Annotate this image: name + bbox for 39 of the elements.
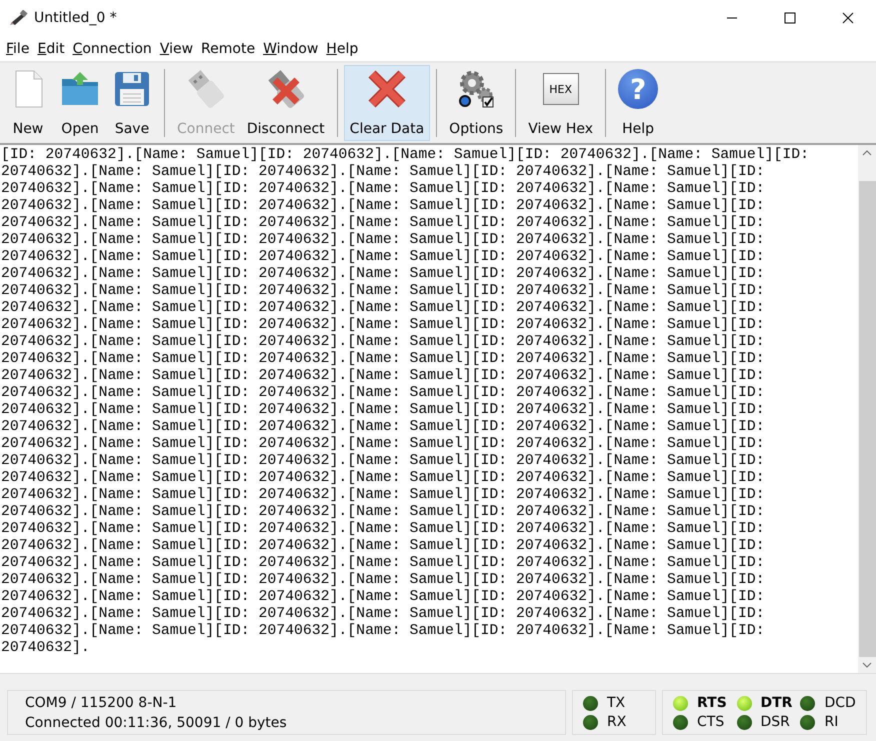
led-label: RI (824, 714, 838, 730)
clear-button[interactable]: Clear Data (344, 65, 430, 141)
menu-item[interactable]: Help (322, 40, 362, 56)
led-label: CTS (697, 714, 724, 730)
led-label: RX (607, 714, 626, 730)
terminal-output: [ID: 20740632].[Name: Samuel][ID: 20740632].[Name: Samuel][ID: 20740632].[Name: Samuel][ID: 20740632].[Name: Samuel][ID: 20740632].[Name: Samuel][ID: 20740632].[Name: Samuel][ID: 20740632].[Name: Samuel][ID: 20740632].[Name: Samuel][ID: 20740632].[Name: Samuel][ID: 20740632].[Name: Samuel][ID: 20740632].[Name: Samuel][ID: 20740632].[Name: Samuel][ID: 20740632].[Name: Samuel][ID: 20740632].[Name: Samuel][ID: 20740632].[Name: Samuel][ID: 20740632].[Name: Samuel][ID: 20740632].[Name: Samuel][ID: 20740632].[Name: Samuel][ID: 20740632].[Name: Samuel][ID: 20740632].[Name: Samuel][ID: 20740632].[Name: Samuel][ID: 20740632].[Name: Samuel][ID: 20740632].[Name: Samuel][ID: 20740632].[Name: Samuel][ID: 20740632].[Name: Samuel][ID: 20740632].[Name: Samuel][ID: 20740632].[Name: Samuel][ID: 20740632].[Name: Samuel][ID: 20740632].[Name: Samuel][ID: 20740632].[Name: Samuel][ID: 20740632].[Name: Samuel][ID: 20740632].[Name: Samuel][ID: 20740632].[Name: Samuel][ID: 20740632].[Name: Samuel][ID: 20740632].[Name: Samuel][ID: 20740632].[Name: Samuel][ID: 20740632].[Name: Samuel][ID: 20740632].[Name: Samuel][ID: 20740632].[Name: Samuel][ID: 20740632].[Name: Samuel][ID: 20740632].[Name: Samuel][ID: 20740632].[Name: Samuel][ID: 20740632].[Name: Samuel][ID: 20740632].[Name: Samuel][ID: 20740632].[Name: Samuel][ID: 20740632].[Name: Samuel][ID: 20740632].[Name: Samuel][ID: 20740632].[Name: Samuel][ID: 20740632].[Name: Samuel][ID: 20740632].[Name: Samuel][ID: 20740632].[Name: Samuel][ID: 20740632].[Name: Samuel][ID: 20740632].[Name: Samuel][ID: 20740632].[Name: Samuel][ID: 20740632].[Name: Samuel][ID: 20740632].[Name: Samuel][ID: 20740632].[Name: Samuel][ID: 20740632].[Name: Samuel][ID: 20740632].[Name: Samuel][ID: 20740632].[Name: Samuel][ID: 20740632].[Name: Samuel][ID: 20740632].[Name: Samuel][ID: 20740632].[Name: Samuel][ID: 20740632].[Name: Samuel][ID: 20740632].[Name: Samuel][ID: 20740632].[Name: Samuel][ID: 20740632].[Name: Samuel][ID: 20740632].[Name: Samuel][ID: 20740632].[Name: Samuel][ID: 20740632].[Name: Samuel][ID: 20740632].[Name: Samuel][ID: 20740632].[Name: Samuel][ID: 20740632].[Name: Samuel][ID: 20740632].[Name: Samuel][ID: 20740632].[Name: Samuel][ID: 20740632].[Name: Samuel][ID: 20740632].[Name: Samuel][ID: 20740632].[Name: Samuel][ID: 20740632].[Name: Samuel][ID: 20740632].[Name: Samuel][ID: 20740632].[Name: Samuel][ID: 20740632].[Name: Samuel][ID: 20740632].[Name: Samuel][ID: 20740632].[Name: Samuel][ID: 20740632].[Name: Samuel][ID: 20740632].[Name: Samuel][ID: 20740632].[Name: Samuel][ID: 20740632]. (0, 146, 810, 658)
open-button[interactable]: Open (54, 65, 106, 141)
scroll-down-icon[interactable] (862, 662, 872, 668)
close-icon[interactable] (842, 12, 854, 24)
gears-icon (456, 69, 496, 109)
led-label: DCD (824, 695, 856, 711)
menu-item[interactable]: View (156, 40, 198, 56)
usb-plug-icon (186, 69, 226, 109)
menu-item[interactable]: Edit (33, 40, 69, 56)
led-label: TX (607, 695, 626, 711)
help-icon: ? (618, 69, 658, 109)
led-label: DTR (760, 695, 792, 711)
disconnect-button[interactable]: Disconnect (240, 65, 331, 141)
app-icon (9, 10, 29, 26)
led-label: RTS (697, 695, 727, 711)
options-button[interactable]: Options (443, 65, 510, 141)
usb-plug-cross-icon (266, 69, 306, 109)
window-title: Untitled_0 * (34, 10, 117, 26)
hex-icon: HEX (542, 73, 579, 105)
save-button[interactable]: Save (106, 65, 158, 141)
menu-item[interactable]: File (2, 40, 34, 56)
menu-item[interactable]: Connection (68, 40, 156, 56)
new-button[interactable]: New (2, 65, 54, 141)
menu-item[interactable]: Remote (197, 40, 260, 56)
scroll-up-icon[interactable] (862, 150, 872, 156)
x-mark-icon (366, 69, 407, 109)
scrollbar[interactable] (858, 145, 876, 673)
connection-status: Connected 00:11:36, 50091 / 0 bytes (25, 714, 288, 730)
port-settings: COM9 / 115200 8-N-1 (25, 694, 178, 710)
hex-button[interactable]: HEX View Hex (522, 65, 600, 141)
maximize-icon[interactable] (784, 12, 796, 24)
help-button[interactable]: ? Help (612, 65, 664, 141)
menu-item[interactable]: Window (259, 40, 322, 56)
led-label: DSR (760, 714, 790, 730)
